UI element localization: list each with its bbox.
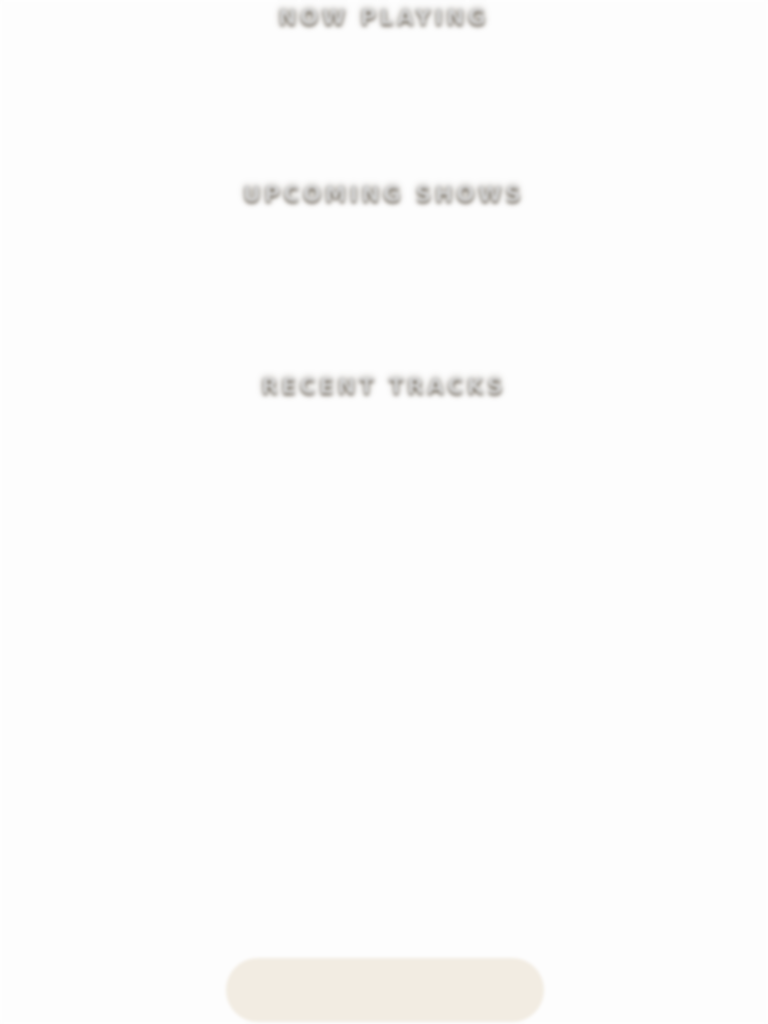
upcoming-shows-heading: UPCOMING SHOWS [243, 182, 525, 206]
recent-tracks-section [96, 414, 672, 934]
recent-tracks-heading: RECENT TRACKS [261, 374, 507, 398]
now-playing-heading: NOW PLAYING [278, 5, 490, 29]
bottom-pill-button[interactable] [226, 958, 544, 1022]
now-playing-section [96, 44, 672, 164]
radio-app-screen: NOW PLAYING UPCOMING SHOWS RECENT TRACKS [0, 0, 768, 1024]
upcoming-shows-section [96, 222, 672, 358]
